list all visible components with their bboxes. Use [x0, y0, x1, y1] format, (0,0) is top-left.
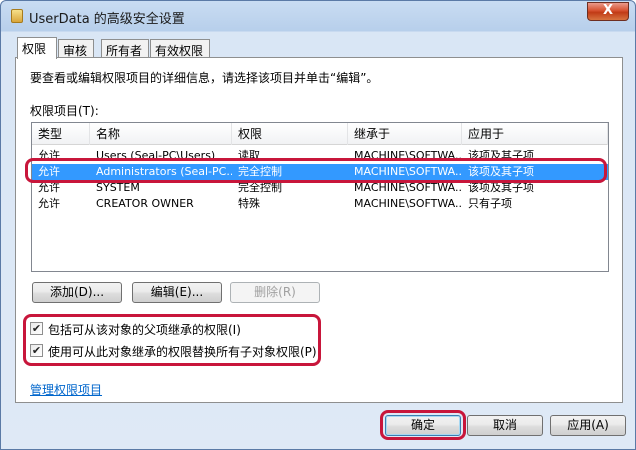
replace-child-permissions-checkbox[interactable]: ✔ [30, 344, 43, 357]
replace-child-permissions-label: 使用可从此对象继承的权限替换所有子对象权限(P) [48, 345, 317, 359]
row-permission: 特殊 [238, 197, 260, 210]
edit-button[interactable]: 编辑(E)... [132, 282, 222, 303]
list-header: 类型 名称 权限 继承于 应用于 [32, 123, 608, 145]
column-permission[interactable]: 权限 [232, 123, 348, 145]
table-row[interactable]: 允许 Users (Seal-PC\Users) 读取 MACHINE\SOFT… [32, 148, 608, 164]
tab-owner[interactable]: 所有者 [101, 39, 149, 58]
table-row[interactable]: 允许 CREATOR OWNER 特殊 MACHINE\SOFTWA... 只有… [32, 196, 608, 212]
column-type[interactable]: 类型 [32, 123, 90, 145]
remove-button[interactable]: 删除(R) [230, 282, 320, 303]
row-permission: 读取 [238, 149, 260, 162]
row-inherited-from: MACHINE\SOFTWA... [354, 165, 462, 178]
row-name: SYSTEM [96, 181, 140, 194]
column-name[interactable]: 名称 [90, 123, 232, 145]
row-inherited-from: MACHINE\SOFTWA... [354, 181, 462, 194]
apply-button[interactable]: 应用(A) [550, 415, 626, 436]
permission-entries-list[interactable]: 类型 名称 权限 继承于 应用于 允许 Users (Seal-PC\Users… [31, 122, 609, 272]
row-type: 允许 [38, 149, 60, 162]
row-permission: 完全控制 [238, 165, 282, 178]
table-row-selected[interactable]: 允许 Administrators (Seal-PC... 完全控制 MACHI… [32, 164, 608, 180]
row-name: CREATOR OWNER [96, 197, 194, 210]
tab-auditing[interactable]: 审核 [58, 39, 94, 58]
permission-entries-label: 权限项目(T): [30, 104, 99, 118]
permissions-panel: 要查看或编辑权限项目的详细信息，请选择该项目并单击“编辑”。 权限项目(T): … [15, 57, 623, 403]
instruction-text: 要查看或编辑权限项目的详细信息，请选择该项目并单击“编辑”。 [30, 71, 379, 85]
row-inherited-from: MACHINE\SOFTWA... [354, 149, 462, 162]
column-apply-to[interactable]: 应用于 [462, 123, 608, 145]
security-settings-dialog: UserData 的高级安全设置 X 权限 审核 所有者 有效权限 要查看或编辑… [0, 0, 636, 450]
inherit-permissions-label: 包括可从该对象的父项继承的权限(I) [48, 323, 241, 337]
ok-button[interactable]: 确定 [385, 415, 461, 436]
manage-permission-entries-link[interactable]: 管理权限项目 [30, 381, 102, 398]
row-apply-to: 只有子项 [468, 197, 512, 210]
close-button[interactable]: X [587, 2, 629, 21]
row-permission: 完全控制 [238, 181, 282, 194]
row-apply-to: 该项及其子项 [468, 149, 534, 162]
row-apply-to: 该项及其子项 [468, 165, 534, 178]
add-button[interactable]: 添加(D)... [32, 282, 122, 303]
row-inherited-from: MACHINE\SOFTWA... [354, 197, 462, 210]
cancel-button[interactable]: 取消 [467, 415, 543, 436]
row-type: 允许 [38, 165, 60, 178]
row-type: 允许 [38, 197, 60, 210]
column-inherited-from[interactable]: 继承于 [348, 123, 462, 145]
row-name: Users (Seal-PC\Users) [96, 149, 216, 162]
title-bar[interactable]: UserData 的高级安全设置 X [1, 1, 635, 31]
tab-effective-permissions[interactable]: 有效权限 [150, 39, 210, 58]
row-apply-to: 该项及其子项 [468, 181, 534, 194]
row-type: 允许 [38, 181, 60, 194]
table-row[interactable]: 允许 SYSTEM 完全控制 MACHINE\SOFTWA... 该项及其子项 [32, 180, 608, 196]
folder-icon [11, 9, 23, 23]
inherit-permissions-checkbox[interactable]: ✔ [30, 322, 43, 335]
tab-permissions[interactable]: 权限 [17, 37, 57, 59]
row-name: Administrators (Seal-PC... [96, 165, 232, 178]
window-title: UserData 的高级安全设置 [29, 12, 185, 27]
